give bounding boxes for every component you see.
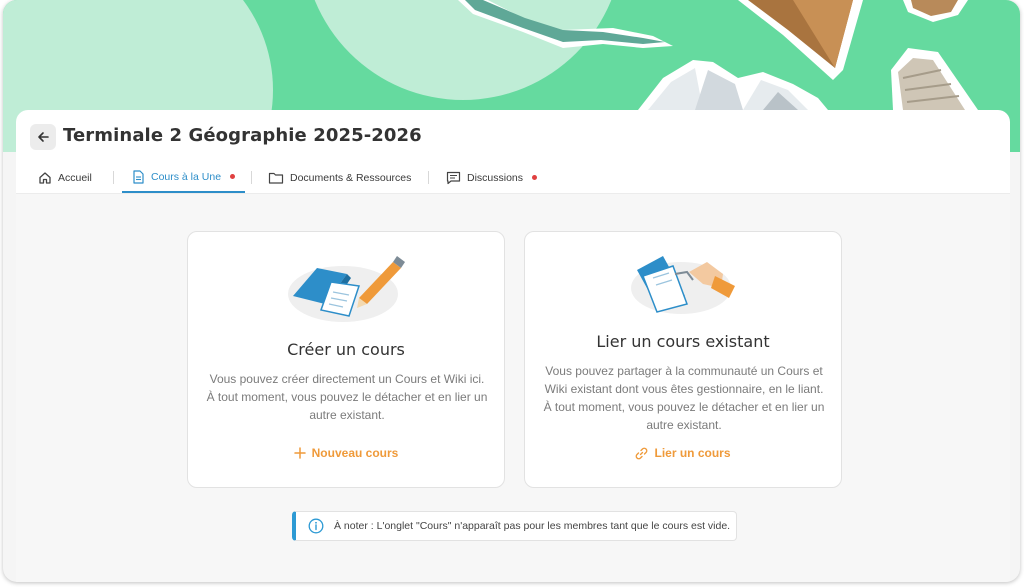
tab-label: Discussions (467, 171, 524, 184)
document-icon (133, 169, 144, 184)
leaning-tower-image (891, 48, 978, 110)
page-title: Terminale 2 Géographie 2025-2026 (63, 125, 422, 146)
notification-dot (230, 174, 236, 179)
info-note: À noter : L'onglet "Cours" n'apparaît pa… (292, 511, 737, 541)
home-icon (39, 171, 51, 184)
new-course-label: Nouveau cours (311, 446, 399, 460)
link-icon (636, 447, 648, 459)
tab-divider (251, 171, 252, 184)
link-course-card: Lier un cours existant Vous pouvez parta… (524, 231, 842, 488)
opera-house-image (638, 60, 828, 110)
tab-accueil[interactable]: Accueil (38, 162, 92, 193)
plus-icon (293, 447, 306, 459)
arrow-left-icon (38, 132, 49, 142)
notification-dot (532, 175, 538, 180)
tab-divider (428, 171, 429, 184)
note-text: À noter : L'onglet "Cours" n'apparaît pa… (334, 520, 731, 532)
statue-of-liberty-image (458, 0, 673, 48)
main-content: Créer un cours Vous pouvez créer directe… (16, 193, 1010, 582)
folder-icon (268, 172, 284, 184)
info-icon (308, 518, 324, 534)
link-course-button[interactable]: Lier un cours (525, 446, 841, 460)
link-course-label: Lier un cours (654, 446, 731, 460)
tab-divider (113, 171, 114, 184)
card-description: Vous pouvez créer directement un Cours e… (206, 372, 488, 422)
course-header: Terminale 2 Géographie 2025-2026 Accueil… (16, 110, 1010, 193)
card-title: Créer un cours (287, 340, 405, 359)
card-description: Vous pouvez partager à la communauté un … (543, 364, 825, 432)
tab-discussions[interactable]: Discussions (446, 162, 538, 193)
tab-documents-ressources[interactable]: Documents & Ressources (268, 162, 411, 193)
link-course-illustration (631, 256, 735, 314)
back-button[interactable] (30, 124, 56, 150)
create-course-card: Créer un cours Vous pouvez créer directe… (187, 231, 505, 488)
create-course-illustration (288, 256, 405, 322)
tab-cours-a-la-une[interactable]: Cours à la Une (122, 162, 246, 193)
tab-label: Documents & Ressources (290, 171, 412, 184)
app-window: Terminale 2 Géographie 2025-2026 Accueil… (3, 0, 1020, 582)
card-title: Lier un cours existant (596, 332, 770, 351)
tab-bar: Accueil Cours à la Une Documents & Resso… (16, 162, 1010, 193)
tab-label: Accueil (58, 171, 92, 184)
new-course-button[interactable]: Nouveau cours (188, 446, 504, 460)
tab-label: Cours à la Une (151, 170, 222, 183)
chat-icon (446, 171, 461, 184)
